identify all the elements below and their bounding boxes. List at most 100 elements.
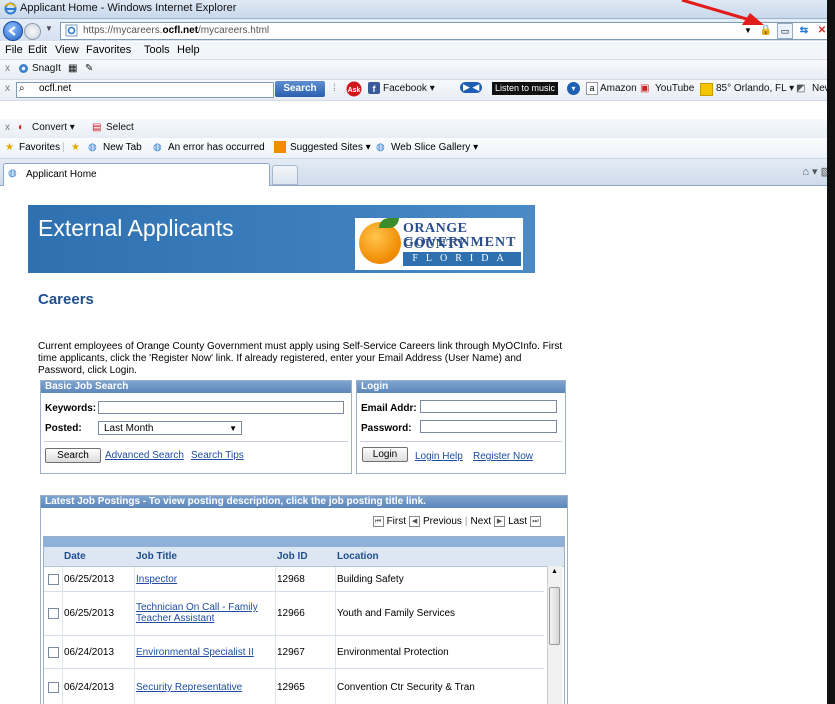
- snagit-button[interactable]: SnagIt: [32, 63, 61, 74]
- youtube-link[interactable]: YouTube: [655, 83, 694, 94]
- ie-logo-icon: [4, 2, 17, 18]
- toolbar-search-input[interactable]: ⌕ ocfl.net: [16, 82, 274, 98]
- posted-select[interactable]: Last Month ▼: [98, 421, 242, 435]
- music-dropdown-icon[interactable]: ▾: [567, 82, 580, 95]
- job-title-link[interactable]: Security Representative: [136, 682, 242, 693]
- new-tab-button[interactable]: [272, 165, 298, 185]
- url-text: https://mycareers.ocfl.net/mycareers.htm…: [83, 25, 270, 36]
- facebook-button[interactable]: Facebook ▾: [383, 83, 435, 94]
- row-location: Convention Ctr Security & Tran: [337, 682, 475, 693]
- row-checkbox[interactable]: [48, 574, 59, 585]
- title-bar: Applicant Home - Windows Internet Explor…: [0, 0, 835, 19]
- menu-favorites[interactable]: Favorites: [86, 44, 131, 56]
- close-toolbar-icon[interactable]: x: [5, 122, 10, 133]
- row-checkbox[interactable]: [48, 647, 59, 658]
- basic-search-header: Basic Job Search: [41, 381, 351, 393]
- ask-logo-icon[interactable]: Ask: [345, 81, 363, 100]
- job-title-link[interactable]: Inspector: [136, 574, 177, 585]
- convert-toolbar: x ◐ Convert ▾ ▤ Select: [0, 119, 835, 139]
- orange-county-logo: ORANGE COUNTY GOVERNMENT FLORIDA: [355, 218, 523, 270]
- row-checkbox[interactable]: [48, 682, 59, 693]
- menu-help[interactable]: Help: [177, 44, 200, 56]
- scroll-thumb[interactable]: [549, 587, 560, 645]
- address-field[interactable]: https://mycareers.ocfl.net/mycareers.htm…: [60, 22, 834, 40]
- divider: [44, 441, 348, 442]
- next-link[interactable]: Next: [471, 516, 492, 527]
- web-slice-button[interactable]: Web Slice Gallery ▾: [391, 142, 478, 153]
- snagit-icon[interactable]: [18, 63, 29, 77]
- toolbar-search-button[interactable]: Search: [275, 81, 325, 97]
- menu-view[interactable]: View: [55, 44, 79, 56]
- table-scrollbar[interactable]: ▲: [547, 566, 562, 704]
- previous-link[interactable]: Previous: [423, 516, 462, 527]
- amazon-link[interactable]: Amazon: [600, 83, 637, 94]
- snagit-edit-icon[interactable]: ✎: [85, 63, 93, 74]
- suggested-sites-button[interactable]: Suggested Sites ▾: [290, 142, 371, 153]
- news-icon: ◩: [796, 83, 806, 94]
- row-date: 06/24/2013: [64, 647, 115, 658]
- last-link[interactable]: Last: [508, 516, 527, 527]
- advanced-search-link[interactable]: Advanced Search: [105, 450, 184, 461]
- listen-music-button[interactable]: Listen to music: [492, 82, 559, 95]
- select-button[interactable]: Select: [106, 122, 134, 133]
- forward-button[interactable]: [24, 23, 41, 40]
- col-job-id[interactable]: Job ID: [277, 551, 308, 562]
- new-tab-link[interactable]: New Tab: [103, 142, 142, 153]
- back-button[interactable]: [3, 21, 23, 41]
- password-label: Password:: [361, 423, 412, 434]
- job-postings-panel: Latest Job Postings - To view posting de…: [40, 495, 568, 704]
- error-link[interactable]: An error has occurred: [168, 142, 265, 153]
- last-page-icon[interactable]: ⏭: [530, 516, 541, 527]
- favorites-button[interactable]: Favorites: [19, 142, 60, 153]
- weather-button[interactable]: 85° Orlando, FL ▾: [716, 83, 794, 94]
- job-title-link[interactable]: Technician On Call - Family Teacher Assi…: [136, 602, 266, 624]
- window-title: Applicant Home - Windows Internet Explor…: [20, 2, 237, 14]
- row-checkbox[interactable]: [48, 608, 59, 619]
- col-location[interactable]: Location: [337, 551, 379, 562]
- add-favorite-icon[interactable]: ★: [71, 142, 80, 153]
- next-page-icon[interactable]: ▶: [494, 516, 506, 527]
- chevron-down-icon: ▼: [229, 424, 237, 433]
- email-field[interactable]: [420, 400, 557, 413]
- snagit-toolbar: x SnagIt ▦ ✎: [0, 60, 835, 80]
- play-controls-icon[interactable]: ▶ ◀: [460, 82, 483, 93]
- lock-icon[interactable]: 🔒: [759, 24, 773, 38]
- first-page-icon[interactable]: ⏮: [372, 516, 384, 527]
- col-job-title[interactable]: Job Title: [136, 551, 177, 562]
- close-toolbar-icon[interactable]: x: [5, 63, 10, 74]
- password-field[interactable]: [420, 420, 557, 433]
- job-title-link[interactable]: Environmental Specialist II: [136, 647, 254, 658]
- search-button[interactable]: Search: [45, 448, 101, 463]
- compatibility-view-icon[interactable]: ▭: [777, 23, 793, 39]
- menu-file[interactable]: File: [5, 44, 23, 56]
- orange-icon: [359, 222, 401, 264]
- history-dropdown-icon[interactable]: ▼: [45, 24, 53, 33]
- tab-favicon: ◍: [8, 168, 17, 179]
- search-tips-link[interactable]: Search Tips: [191, 450, 244, 461]
- table-row: 06/25/2013 Technician On Call - Family T…: [44, 592, 544, 636]
- row-job-id: 12965: [277, 682, 305, 693]
- leaf-icon: [379, 218, 399, 228]
- tab-applicant-home[interactable]: ◍ Applicant Home: [3, 163, 270, 186]
- first-link[interactable]: First: [387, 516, 406, 527]
- refresh-icon[interactable]: ⇆: [797, 24, 811, 38]
- register-now-link[interactable]: Register Now: [473, 451, 533, 462]
- suggested-sites-icon: [274, 141, 286, 153]
- keywords-input[interactable]: [98, 401, 344, 414]
- previous-page-icon[interactable]: ◀: [409, 516, 421, 527]
- convert-button[interactable]: Convert ▾: [32, 122, 75, 133]
- login-help-link[interactable]: Login Help: [415, 451, 463, 462]
- close-toolbar-icon[interactable]: x: [5, 83, 10, 94]
- basic-job-search-panel: Basic Job Search Keywords: Posted: Last …: [40, 380, 352, 474]
- facebook-icon: f: [368, 82, 380, 97]
- col-date[interactable]: Date: [64, 551, 86, 562]
- address-dropdown-icon[interactable]: ▼: [741, 24, 755, 38]
- snagit-capture-icon[interactable]: ▦: [68, 63, 77, 74]
- login-button[interactable]: Login: [362, 447, 408, 462]
- youtube-icon: ▣: [640, 83, 650, 94]
- menu-tools[interactable]: Tools: [144, 44, 170, 56]
- menu-edit[interactable]: Edit: [28, 44, 47, 56]
- scroll-up-icon[interactable]: ▲: [551, 568, 558, 575]
- table-row: 06/24/2013 Security Representative 12965…: [44, 669, 544, 704]
- row-location: Building Safety: [337, 574, 404, 585]
